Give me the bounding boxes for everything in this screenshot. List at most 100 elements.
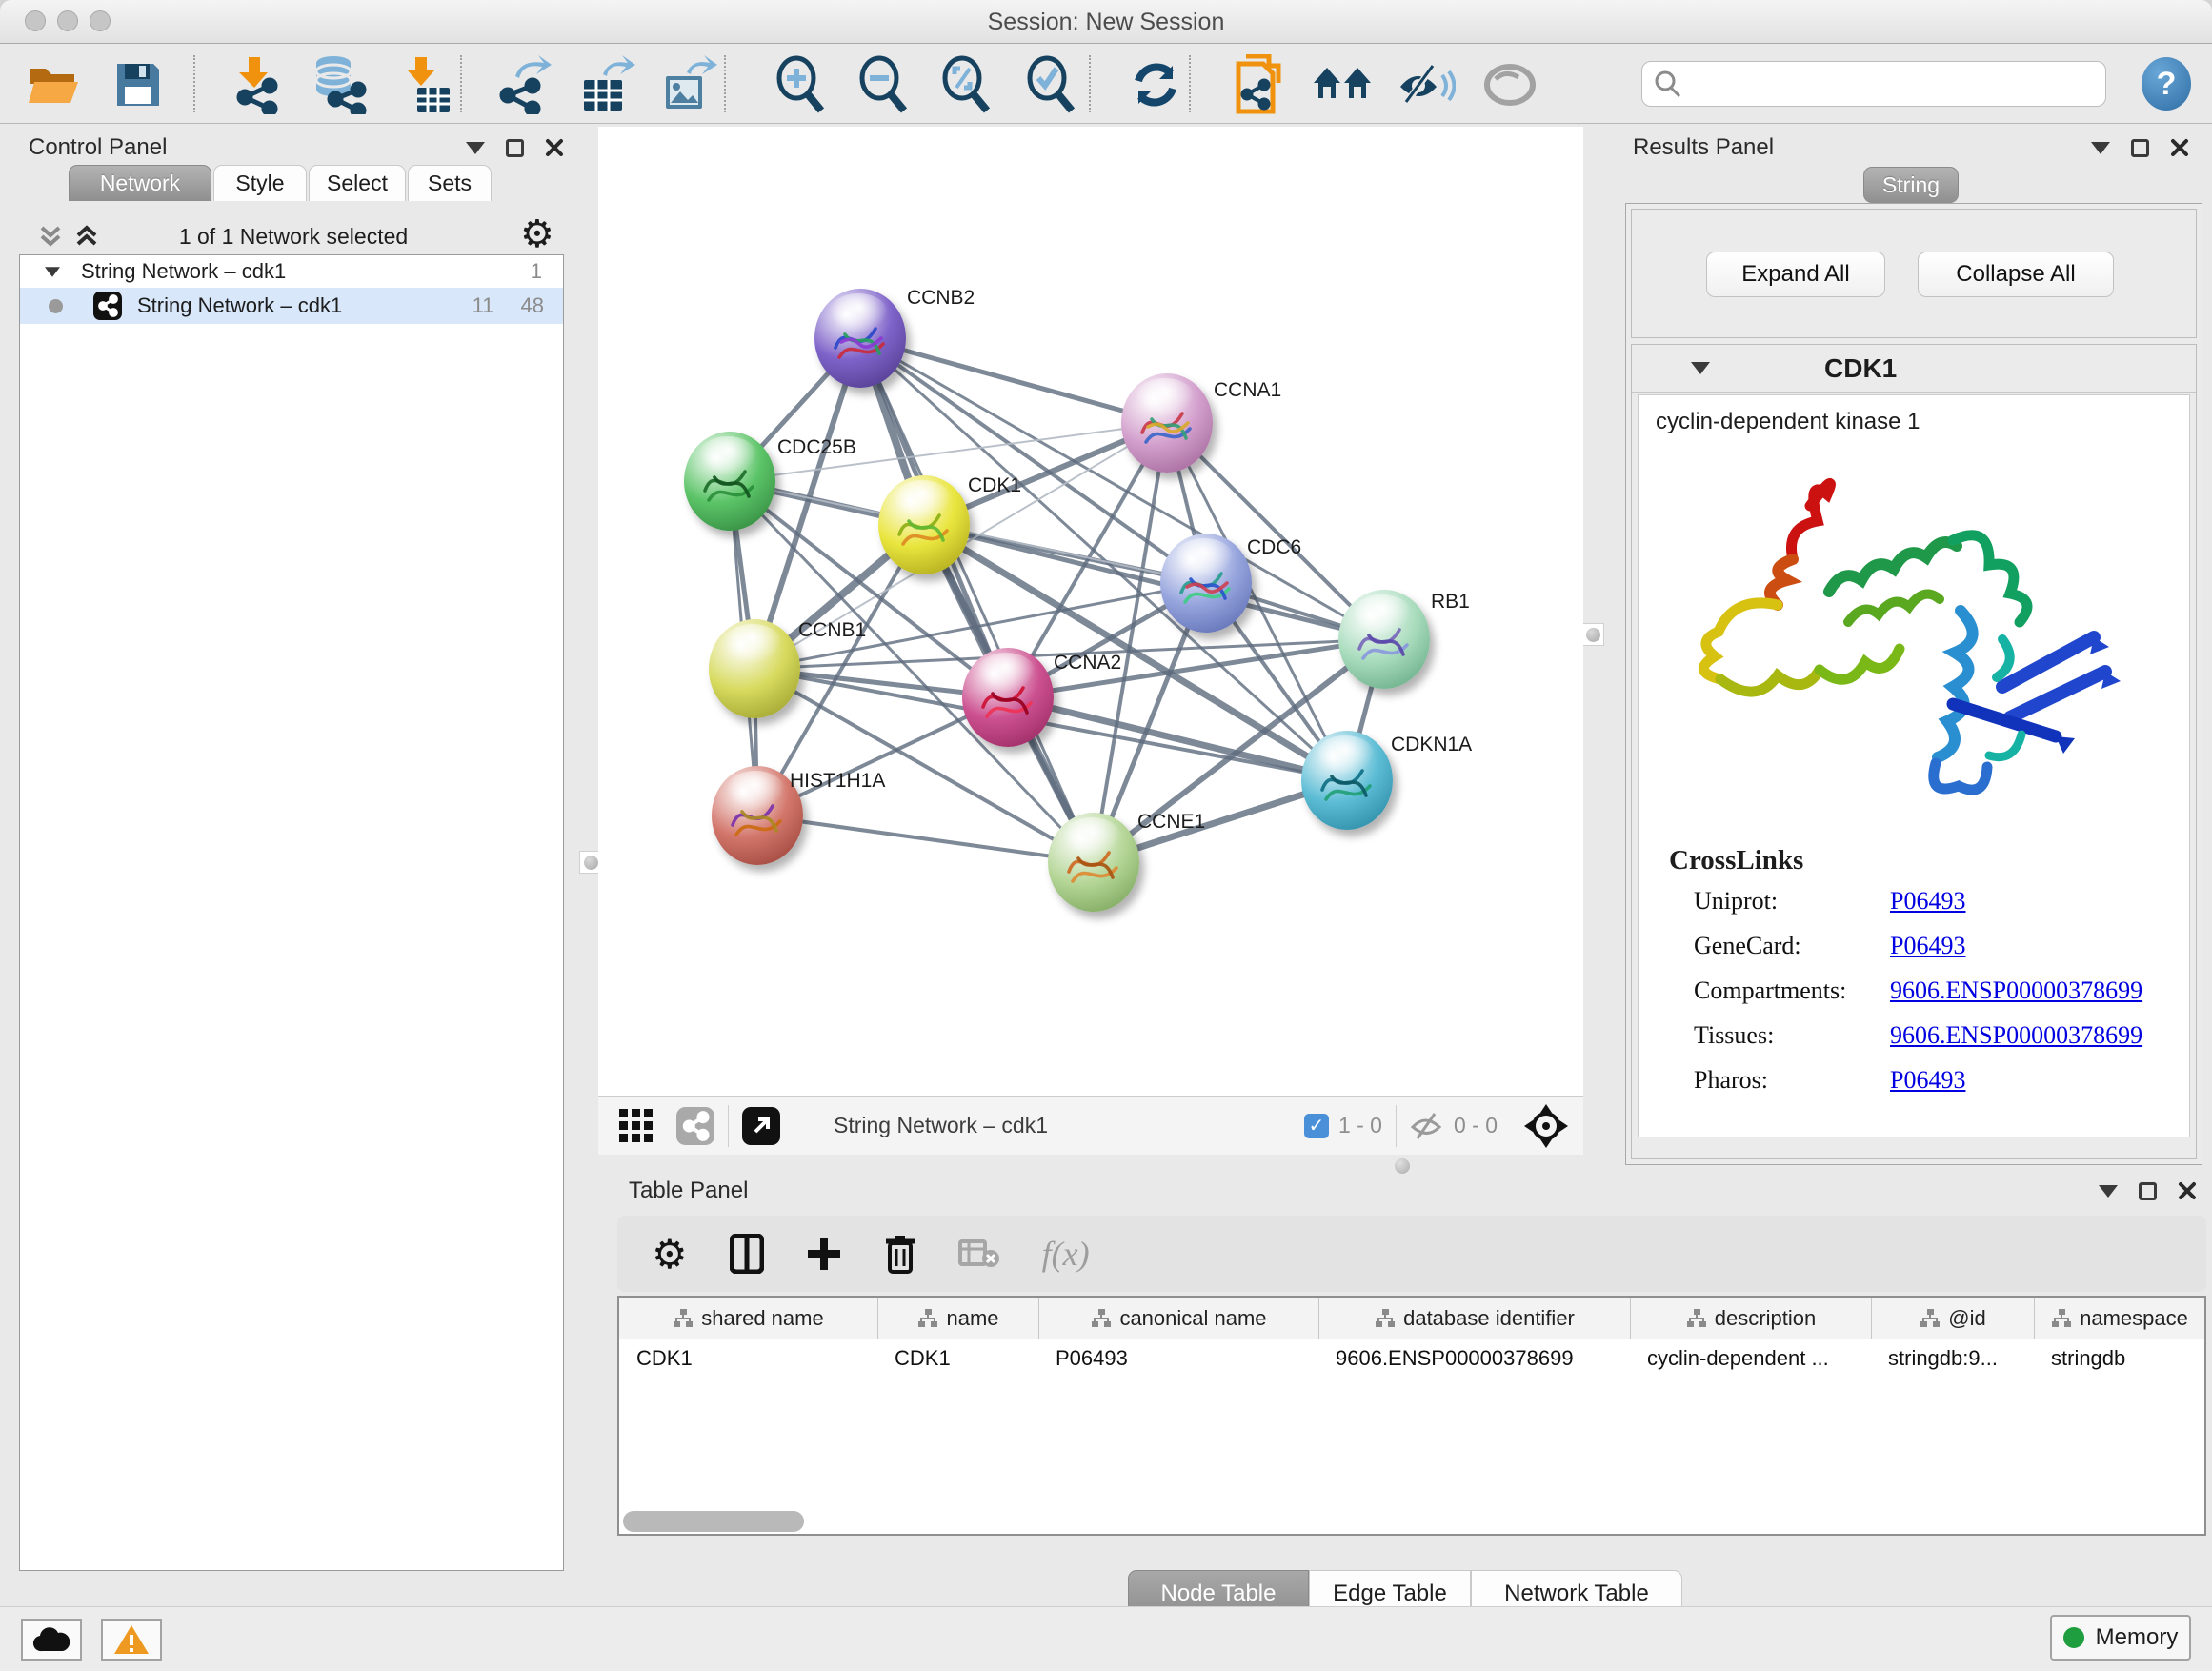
export-image-icon <box>660 55 717 114</box>
network-collection-row[interactable]: String Network – cdk1 1 <box>20 255 563 288</box>
table-cell[interactable]: 9606.ENSP00000378699 <box>1318 1339 1630 1378</box>
tab-string[interactable]: String <box>1863 167 1959 203</box>
network-share-view-icon[interactable] <box>676 1107 714 1145</box>
network-node[interactable] <box>1301 731 1393 830</box>
network-node[interactable] <box>709 619 800 718</box>
selected-checkbox-icon[interactable]: ✓ <box>1304 1114 1329 1138</box>
import-network-button[interactable] <box>225 53 288 116</box>
horizontal-scrollbar[interactable] <box>623 1511 804 1532</box>
search-field[interactable] <box>1641 61 2106 107</box>
show-hide-button[interactable] <box>1395 53 1458 116</box>
string-document-button[interactable] <box>1227 53 1290 116</box>
tab-select[interactable]: Select <box>309 165 406 201</box>
crosslink-value-link[interactable]: P06493 <box>1890 1066 1965 1095</box>
open-session-button[interactable] <box>23 53 86 116</box>
warning-status-button[interactable] <box>101 1619 162 1661</box>
add-column-icon[interactable] <box>806 1236 842 1272</box>
close-panel-icon[interactable] <box>545 138 564 157</box>
collapse-all-button[interactable]: Collapse All <box>1918 252 2114 297</box>
results-button-bar: Expand All Collapse All <box>1631 209 2197 338</box>
gene-collapse-icon[interactable] <box>1691 362 1710 374</box>
toolbar-separator <box>193 55 195 112</box>
search-input[interactable] <box>1682 70 2082 97</box>
network-collection-label: String Network – cdk1 <box>81 259 286 284</box>
network-canvas[interactable]: CCNB2CCNA1CDC25BCDK1CDC6RB1CCNB1CCNA2CDK… <box>598 127 1583 1096</box>
zoom-in-button[interactable] <box>768 53 831 116</box>
tab-style[interactable]: Style <box>213 165 307 201</box>
network-node[interactable] <box>1121 373 1213 473</box>
right-splitter-handle[interactable] <box>1581 623 1604 646</box>
crosslink-row: GeneCard:P06493 <box>1694 932 2170 960</box>
refresh-button[interactable] <box>1124 53 1187 116</box>
float-panel-icon[interactable] <box>2131 139 2149 157</box>
zoom-out-button[interactable] <box>851 53 914 116</box>
crosslink-value-link[interactable]: P06493 <box>1890 887 1965 916</box>
save-session-button[interactable] <box>107 53 170 116</box>
table-settings-gear-icon[interactable]: ⚙ <box>652 1231 688 1278</box>
crosslink-label: Pharos: <box>1694 1066 1890 1095</box>
network-node[interactable] <box>684 432 775 531</box>
network-edge[interactable] <box>757 815 1094 862</box>
export-network-button[interactable] <box>492 53 554 116</box>
node-gloss-highlight <box>1316 735 1374 775</box>
zoom-selected-icon <box>1022 55 1077 114</box>
collapse-panel-icon[interactable] <box>2091 142 2110 154</box>
show-columns-icon[interactable] <box>730 1234 764 1274</box>
network-node[interactable] <box>814 289 906 388</box>
float-panel-icon[interactable] <box>2139 1182 2157 1200</box>
table-cell[interactable]: CDK1 <box>877 1339 1038 1378</box>
float-panel-icon[interactable] <box>506 139 524 157</box>
table-cell[interactable]: cyclin-dependent ... <box>1630 1339 1871 1378</box>
close-panel-icon[interactable] <box>2178 1181 2197 1200</box>
zoom-fit-button[interactable] <box>934 53 996 116</box>
network-row-selected[interactable]: String Network – cdk1 11 48 <box>20 288 563 324</box>
export-image-button[interactable] <box>657 53 720 116</box>
export-table-button[interactable] <box>575 53 638 116</box>
import-network-from-database-button[interactable] <box>307 53 370 116</box>
eye-disabled-icon <box>1482 62 1538 108</box>
table-cell[interactable]: P06493 <box>1038 1339 1318 1378</box>
tree-expand-icon[interactable] <box>45 267 60 276</box>
help-button[interactable]: ? <box>2142 57 2191 111</box>
collapse-panel-icon[interactable] <box>2099 1185 2118 1198</box>
close-panel-icon[interactable] <box>2170 138 2189 157</box>
title-bar: Session: New Session <box>0 0 2212 44</box>
table-cell[interactable]: CDK1 <box>619 1339 877 1378</box>
expand-all-button[interactable]: Expand All <box>1706 252 1885 297</box>
delete-column-icon[interactable] <box>884 1234 916 1274</box>
table-panel-title: Table Panel <box>629 1178 748 1204</box>
crosslinks-list: Uniprot:P06493GeneCard:P06493Compartment… <box>1694 887 2170 1111</box>
detach-view-icon[interactable] <box>742 1107 780 1145</box>
crosslink-value-link[interactable]: 9606.ENSP00000378699 <box>1890 1021 2142 1050</box>
crosslink-row: Uniprot:P06493 <box>1694 887 2170 916</box>
horizontal-splitter-handle[interactable] <box>1395 1158 1410 1174</box>
network-edge[interactable] <box>860 338 1094 862</box>
tab-sets[interactable]: Sets <box>408 165 492 201</box>
network-node[interactable] <box>878 475 970 574</box>
network-selection-status: 1 of 1 Network selected <box>122 224 465 250</box>
network-node[interactable] <box>1338 590 1430 689</box>
grid-view-icon[interactable] <box>617 1107 655 1145</box>
collapse-all-networks-icon[interactable] <box>36 222 65 251</box>
zoom-selected-button[interactable] <box>1018 53 1081 116</box>
network-node[interactable] <box>962 648 1054 747</box>
crosslink-value-link[interactable]: P06493 <box>1890 932 1965 960</box>
network-options-gear-icon[interactable]: ⚙ <box>520 212 554 256</box>
crosslink-value-link[interactable]: 9606.ENSP00000378699 <box>1890 976 2142 1005</box>
table-cell[interactable]: stringdb:9... <box>1871 1339 2034 1378</box>
network-node[interactable] <box>1160 534 1252 633</box>
birds-eye-icon[interactable] <box>1524 1104 1568 1148</box>
cloud-status-button[interactable] <box>21 1619 82 1661</box>
memory-button[interactable]: Memory <box>2050 1615 2191 1661</box>
collapse-panel-icon[interactable] <box>466 142 485 154</box>
expand-all-networks-icon[interactable] <box>72 222 101 251</box>
import-table-button[interactable] <box>392 53 455 116</box>
string-document-icon <box>1233 54 1284 115</box>
import-table-icon <box>396 55 452 114</box>
results-panel: Results Panel String Expand All Collapse… <box>1619 127 2202 1166</box>
homes-button[interactable] <box>1311 53 1374 116</box>
network-node[interactable] <box>1048 813 1139 912</box>
tab-network[interactable]: Network <box>69 165 211 201</box>
main-toolbar: ? <box>0 44 2212 124</box>
table-cell[interactable]: stringdb <box>2034 1339 2204 1378</box>
